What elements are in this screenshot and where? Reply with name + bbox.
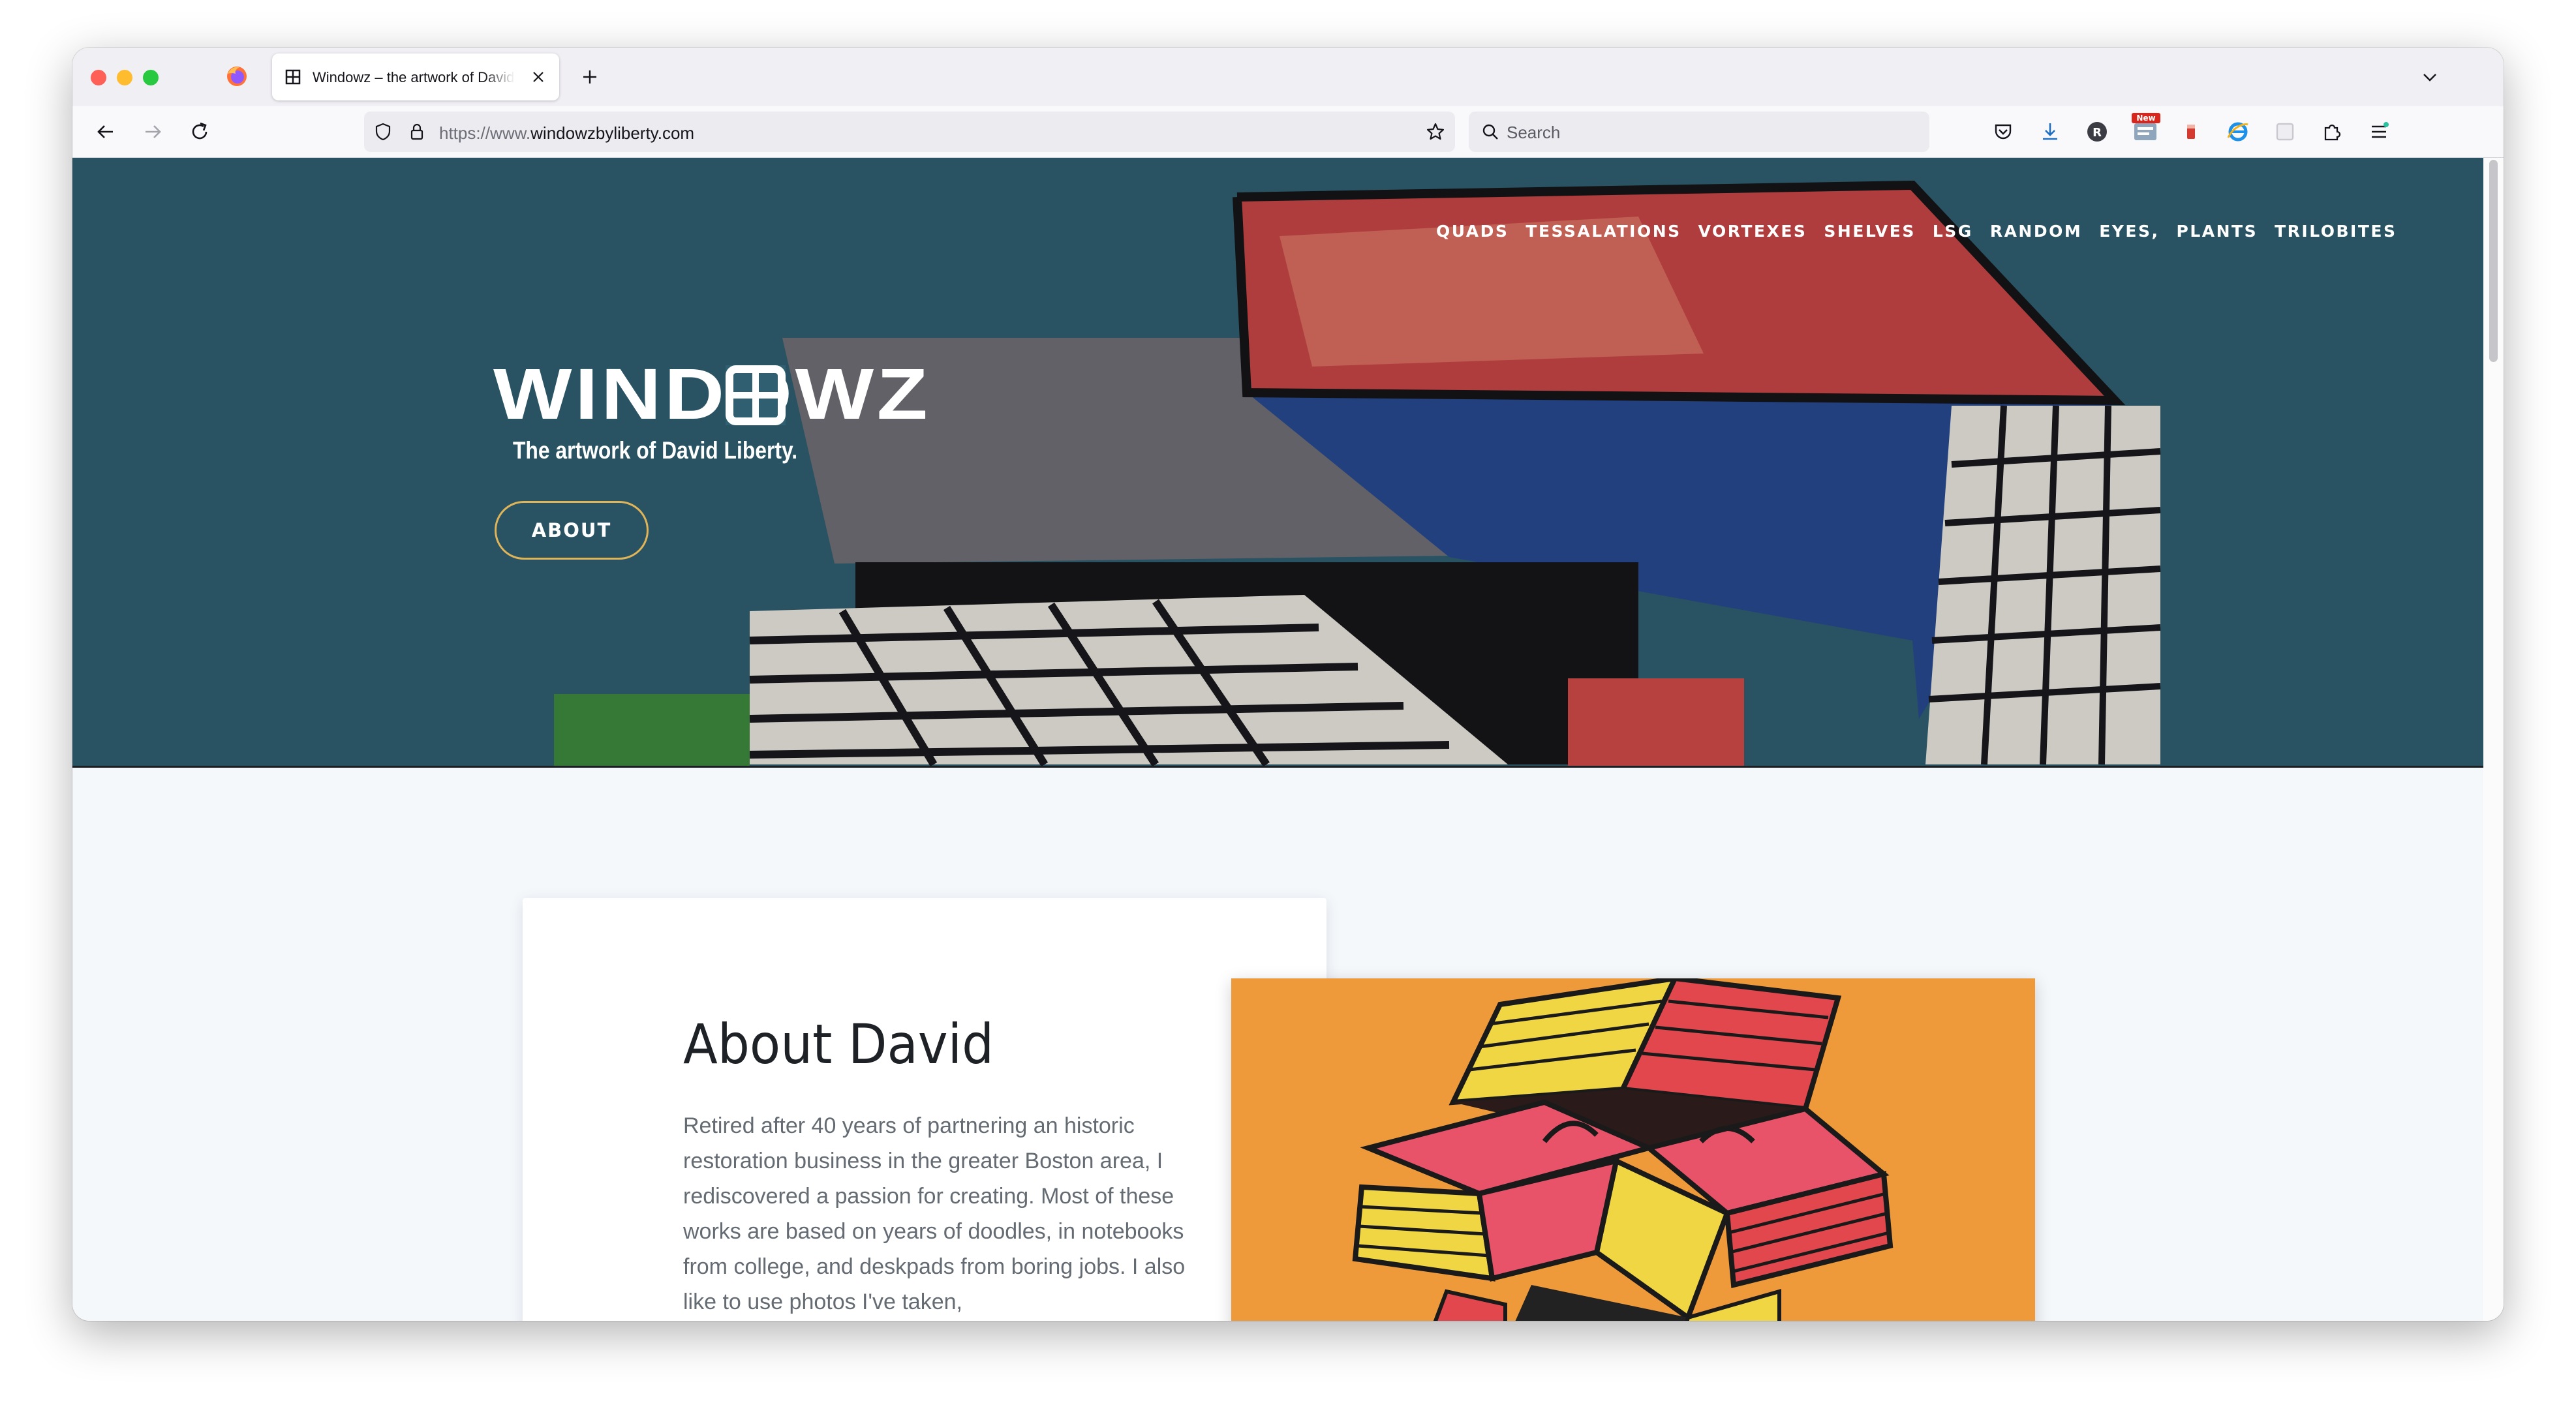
chevron-down-icon[interactable] [2419, 66, 2441, 88]
navigation-toolbar: https://www.windowzbyliberty.com R [72, 106, 2504, 158]
nav-link-plants[interactable]: PLANTS [2177, 222, 2258, 241]
browser-window: Windowz – the artwork of David Liberty [72, 48, 2504, 1321]
site-tagline: The artwork of David Liberty. [513, 437, 798, 464]
url-text[interactable]: https://www.windowzbyliberty.com [439, 123, 694, 143]
hero-section: QUADS TESSALATIONS VORTEXES SHELVES LSG … [72, 158, 2483, 768]
site-logo-text: WINDOWZ [493, 354, 931, 434]
back-arrow-icon[interactable] [93, 119, 118, 144]
nav-link-quads[interactable]: QUADS [1436, 222, 1509, 241]
about-card: About David Retired after 40 years of pa… [523, 898, 1326, 1321]
new-badge: New [2136, 113, 2156, 123]
extension-icon[interactable] [2273, 119, 2297, 144]
tab-title: Windowz – the artwork of David Liberty [313, 69, 515, 85]
about-heading: About David [683, 1012, 994, 1076]
page-viewport[interactable]: QUADS TESSALATIONS VORTEXES SHELVES LSG … [72, 158, 2483, 1321]
hero-artwork [72, 158, 2483, 766]
download-icon[interactable] [2038, 119, 2062, 144]
cube-artwork [1231, 978, 2035, 1321]
forward-arrow-icon[interactable] [140, 119, 165, 144]
url-host: windowzbyliberty.com [530, 123, 695, 143]
search-input[interactable] [1505, 121, 1912, 144]
search-bar[interactable] [1469, 112, 1929, 152]
nav-link-vortexes[interactable]: VORTEXES [1698, 222, 1807, 241]
about-artwork-image [1231, 978, 2035, 1321]
tab-windowz[interactable]: Windowz – the artwork of David Liberty [272, 53, 559, 100]
about-button[interactable]: ABOUT [495, 501, 649, 560]
address-bar[interactable]: https://www.windowzbyliberty.com [364, 112, 1455, 152]
close-window-button[interactable] [91, 70, 106, 85]
nav-link-shelves[interactable]: SHELVES [1824, 222, 1915, 241]
window-icon [726, 365, 786, 425]
close-icon[interactable] [528, 67, 549, 87]
nav-link-random[interactable]: RANDOM [1990, 222, 2082, 241]
site-nav: QUADS TESSALATIONS VORTEXES SHELVES LSG … [1436, 222, 2397, 241]
search-icon [1482, 124, 1498, 140]
nav-link-eyes[interactable]: EYES, [2099, 222, 2159, 241]
windowz-favicon-icon [285, 69, 301, 85]
scrollbar-thumb[interactable] [2489, 160, 2498, 362]
tab-strip: Windowz – the artwork of David Liberty [72, 48, 2504, 106]
minimize-window-button[interactable] [117, 70, 132, 85]
menu-icon[interactable] [2367, 119, 2391, 144]
site-logo[interactable]: WINDOWZ [493, 359, 928, 430]
about-body: Retired after 40 years of partnering an … [683, 1113, 1186, 1314]
svg-text:R: R [2093, 126, 2102, 140]
plus-icon[interactable] [579, 66, 601, 88]
nav-link-lsg[interactable]: LSG [1933, 222, 1973, 241]
pocket-icon[interactable] [1991, 119, 2016, 144]
nav-link-tessalations[interactable]: TESSALATIONS [1526, 222, 1681, 241]
firefox-logo-icon[interactable] [225, 65, 249, 88]
shield-icon[interactable] [373, 122, 393, 142]
lock-icon[interactable] [407, 122, 427, 142]
star-icon[interactable] [1425, 121, 1446, 142]
red-extension-icon[interactable] [2179, 119, 2203, 144]
nav-link-trilobites[interactable]: TRILOBITES [2275, 222, 2397, 241]
ie-extension-icon[interactable] [2226, 119, 2250, 144]
reload-icon[interactable] [187, 119, 212, 144]
url-scheme: https://www. [439, 123, 531, 143]
zoom-window-button[interactable] [143, 70, 159, 85]
puzzle-icon[interactable] [2320, 119, 2344, 144]
account-icon[interactable]: R [2085, 119, 2109, 144]
